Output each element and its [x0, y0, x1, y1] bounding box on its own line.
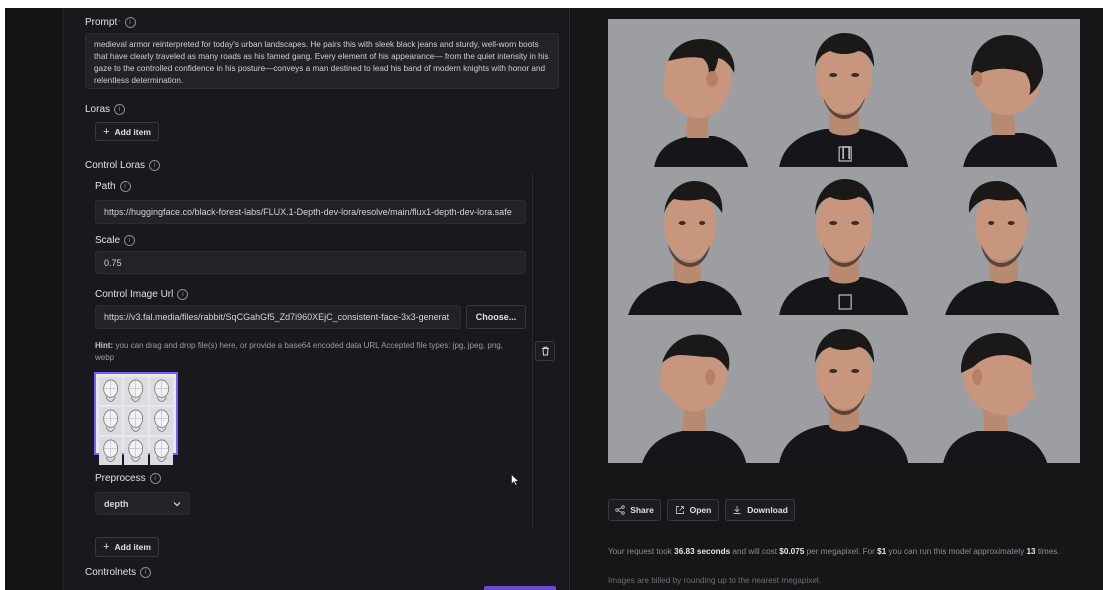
controlnets-label-text: Controlnets — [85, 567, 137, 578]
billing-note: Images are billed by rounding up to the … — [608, 576, 822, 585]
input-form-panel: Prompt * i medieval armor reinterpreted f… — [64, 8, 569, 590]
plus-icon: + — [103, 125, 110, 138]
control-loras-add-item-label: Add item — [114, 542, 151, 552]
request-cost: $0.075 — [779, 547, 805, 556]
path-label: Path i — [95, 181, 131, 192]
control-image-url-label: Control Image Url i — [95, 289, 189, 300]
portrait-side-left — [608, 315, 766, 463]
path-label-text: Path — [95, 181, 116, 192]
info-circle-icon[interactable]: i — [149, 160, 161, 171]
wireframe-head-icon — [149, 407, 173, 435]
prompt-textarea[interactable]: medieval armor reinterpreted for today's… — [85, 33, 559, 89]
portrait-back-right — [922, 19, 1080, 167]
share-button-label: Share — [630, 505, 654, 515]
download-button[interactable]: Download — [725, 499, 795, 521]
external-link-icon — [675, 506, 684, 514]
loras-label: Loras i — [85, 104, 126, 115]
open-button-label: Open — [689, 505, 712, 515]
required-marker: * — [118, 19, 121, 26]
portrait-grid — [608, 19, 1080, 463]
loras-add-item-button[interactable]: + Add item — [95, 122, 159, 141]
info-circle-icon[interactable]: i — [149, 473, 161, 484]
request-runs: 13 — [1026, 547, 1036, 556]
request-info-text: times. — [1035, 547, 1060, 556]
prompt-label: Prompt * i — [85, 17, 136, 28]
info-circle-icon[interactable]: i — [124, 17, 136, 28]
trash-icon — [541, 346, 549, 356]
path-input[interactable]: https://huggingface.co/black-forest-labs… — [95, 200, 526, 224]
request-info-text: and will cost — [730, 547, 780, 556]
wireframe-head-icon — [124, 377, 148, 405]
info-circle-icon[interactable]: i — [119, 181, 131, 192]
result-panel: Share Open Download Your request took 36… — [570, 8, 1103, 590]
hint-text: you can drag and drop file(s) here, or p… — [95, 341, 503, 362]
preprocess-select[interactable]: depth — [95, 492, 190, 515]
portrait-front — [765, 19, 923, 167]
portrait-profile-left — [608, 19, 766, 167]
wireframe-head-icon — [149, 377, 173, 405]
plus-icon: + — [103, 541, 110, 553]
loras-add-item-label: Add item — [114, 126, 151, 137]
control-image-thumbnail[interactable] — [94, 372, 178, 465]
mouse-cursor-icon — [511, 474, 519, 486]
control-loras-label: Control Loras i — [85, 160, 161, 171]
portrait-side-right — [922, 315, 1080, 463]
portrait-bottom-front — [765, 315, 923, 463]
request-info: Your request took 36.83 seconds and will… — [608, 546, 1080, 558]
remove-item-button[interactable] — [535, 341, 555, 361]
wireframe-head-icon — [99, 407, 123, 435]
chevron-down-icon — [173, 501, 181, 506]
wireframe-head-icon — [99, 377, 123, 405]
left-sidebar-strip — [5, 8, 64, 590]
prompt-label-text: Prompt — [85, 17, 118, 28]
scale-label: Scale i — [95, 235, 136, 246]
scale-input[interactable]: 0.75 — [95, 251, 526, 274]
wireframe-head-icon — [99, 437, 123, 465]
wireframe-head-icon — [124, 407, 148, 435]
info-circle-icon[interactable]: i — [177, 289, 189, 300]
download-button-label: Download — [747, 505, 788, 515]
info-circle-icon[interactable]: i — [140, 567, 152, 578]
request-info-text: Your request took — [608, 547, 675, 556]
upload-hint: Hint: you can drag and drop file(s) here… — [95, 340, 515, 364]
app-window: Prompt * i medieval armor reinterpreted f… — [5, 8, 1103, 590]
portrait-three-quarter-right — [922, 167, 1080, 315]
preprocess-label: Preprocess i — [95, 473, 161, 484]
info-circle-icon[interactable]: i — [124, 235, 136, 246]
request-info-text: per megapixel. For — [804, 547, 878, 556]
download-icon — [733, 506, 741, 514]
control-image-url-input[interactable]: https://v3.fal.media/files/rabbit/SqCGah… — [95, 305, 461, 329]
loras-label-text: Loras — [85, 104, 111, 115]
request-info-text: you can run this model approximately — [886, 547, 1027, 556]
control-loras-add-item-button[interactable]: + Add item — [95, 537, 159, 557]
generated-image[interactable] — [608, 19, 1080, 463]
open-button[interactable]: Open — [667, 499, 719, 521]
controlnets-label: Controlnets i — [85, 567, 152, 578]
portrait-three-quarter-left — [608, 167, 766, 315]
hint-prefix: Hint: — [95, 341, 114, 350]
wireframe-head-icon — [124, 437, 148, 465]
choose-file-button[interactable]: Choose... — [466, 305, 526, 329]
share-button[interactable]: Share — [608, 499, 661, 521]
request-time: 36.83 seconds — [674, 547, 731, 556]
wireframe-head-icon — [149, 437, 173, 465]
run-button-edge[interactable] — [484, 586, 556, 590]
preprocess-selected-value: depth — [104, 498, 129, 509]
portrait-center-front — [765, 167, 923, 315]
info-circle-icon[interactable]: i — [114, 104, 126, 115]
scale-label-text: Scale — [95, 235, 121, 246]
preprocess-label-text: Preprocess — [95, 473, 146, 484]
control-image-url-label-text: Control Image Url — [95, 289, 174, 300]
control-loras-label-text: Control Loras — [85, 160, 146, 171]
share-icon — [615, 505, 625, 515]
request-budget: $1 — [877, 547, 887, 556]
